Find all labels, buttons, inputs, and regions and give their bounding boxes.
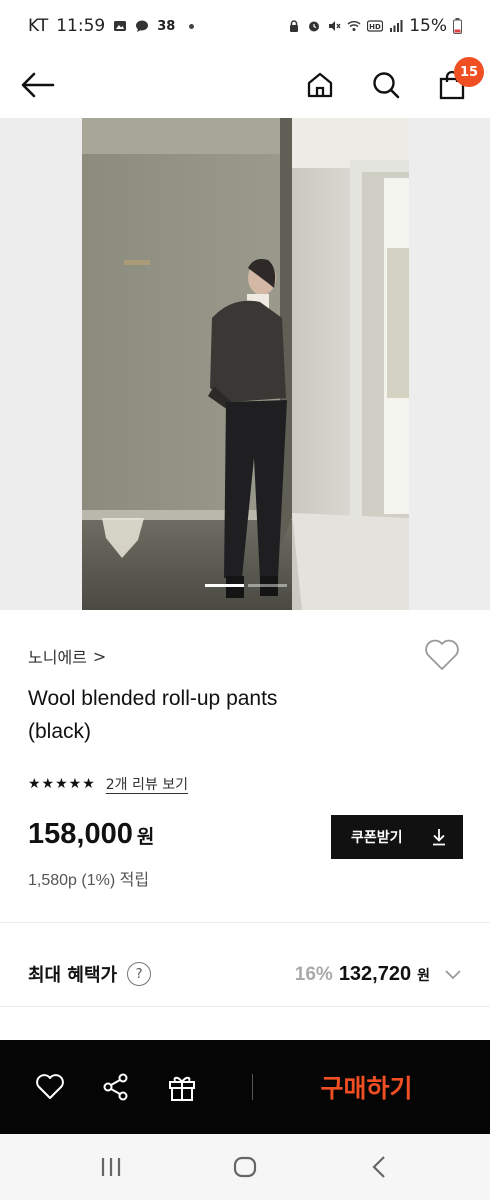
- home-icon: [307, 72, 333, 98]
- notification-count: 38: [157, 18, 176, 34]
- alarm-icon: [309, 21, 320, 32]
- mute-icon: [329, 21, 341, 31]
- more-notifications-dot: [189, 23, 195, 29]
- pager-dot: [248, 584, 287, 587]
- top-navigation: 15: [0, 52, 490, 118]
- cart-button[interactable]: 15: [434, 57, 484, 103]
- home-button[interactable]: [302, 67, 338, 103]
- section-divider: [0, 1006, 490, 1007]
- buy-button[interactable]: 구매하기: [253, 1040, 490, 1134]
- home-system-button[interactable]: [225, 1147, 265, 1187]
- product-image-gallery[interactable]: [0, 118, 490, 610]
- rating-row: ★★★★★ 2개 리뷰 보기: [28, 774, 188, 794]
- gift-icon: [169, 1076, 195, 1101]
- carrier-label: KT: [28, 16, 49, 36]
- product-price: 158,000: [28, 818, 133, 850]
- status-bar: KT 11:59 38 HD 15%: [0, 0, 490, 52]
- gift-button[interactable]: [166, 1071, 198, 1103]
- rating-stars: ★★★★★: [28, 776, 96, 792]
- back-system-button[interactable]: [359, 1147, 399, 1187]
- price-row: 158,000 원: [28, 818, 154, 851]
- coupon-download-button[interactable]: 쿠폰받기: [331, 815, 463, 859]
- wifi-icon: [347, 21, 361, 31]
- max-benefit-row[interactable]: 최대 혜택가 ? 16% 132,720 원: [0, 940, 490, 1008]
- back-button[interactable]: [20, 67, 56, 103]
- max-benefit-label: 최대 혜택가: [28, 965, 118, 986]
- hd-voice-icon: HD: [367, 20, 384, 32]
- lock-icon: [290, 20, 299, 32]
- brand-link[interactable]: 노니에르 >: [28, 644, 106, 668]
- system-navigation-bar: [0, 1134, 490, 1200]
- product-title-line1: Wool blended roll-up pants: [28, 687, 278, 710]
- svg-text:HD: HD: [369, 23, 381, 31]
- wishlist-heart-icon[interactable]: [424, 638, 460, 672]
- bottom-action-bar: 구매하기: [0, 1040, 490, 1134]
- battery-percent: 15%: [409, 16, 447, 36]
- home-circle-icon: [233, 1156, 257, 1178]
- search-icon: [373, 72, 400, 99]
- share-button[interactable]: [100, 1071, 132, 1103]
- product-title-line2: (black): [28, 720, 92, 743]
- reward-points: 1,580p (1%) 적립: [28, 872, 150, 889]
- share-icon: [103, 1073, 128, 1101]
- clock: 11:59: [56, 16, 106, 36]
- pager-dot: [205, 584, 244, 587]
- cart-count-badge: 15: [454, 57, 484, 87]
- product-title: Wool blended roll-up pants (black): [28, 682, 428, 748]
- recent-apps-button[interactable]: [91, 1147, 131, 1187]
- section-divider: [0, 922, 490, 923]
- download-icon: [433, 829, 445, 846]
- recent-apps-icon: [101, 1158, 121, 1176]
- battery-icon: [453, 18, 462, 34]
- discount-rate: 16%: [294, 963, 333, 985]
- product-photo: [82, 118, 409, 610]
- brand-chevron: >: [92, 646, 107, 666]
- price-unit: 원: [136, 826, 155, 848]
- benefit-price-unit: 원: [417, 967, 430, 984]
- gallery-notification-icon: [114, 21, 127, 31]
- review-link[interactable]: 2개 리뷰 보기: [106, 774, 188, 794]
- gallery-pager: [205, 584, 287, 587]
- back-chevron-icon: [372, 1156, 385, 1178]
- coupon-label: 쿠폰받기: [351, 830, 403, 846]
- search-button[interactable]: [368, 67, 404, 103]
- help-icon[interactable]: ?: [127, 962, 152, 986]
- signal-icon: [390, 20, 403, 32]
- back-arrow-icon: [21, 72, 55, 98]
- brand-name: 노니에르: [28, 648, 87, 667]
- chevron-down-icon: [445, 970, 461, 980]
- chat-notification-icon: [136, 20, 149, 32]
- heart-icon: [36, 1074, 64, 1099]
- wishlist-button[interactable]: [34, 1071, 66, 1103]
- benefit-price: 132,720: [338, 962, 412, 985]
